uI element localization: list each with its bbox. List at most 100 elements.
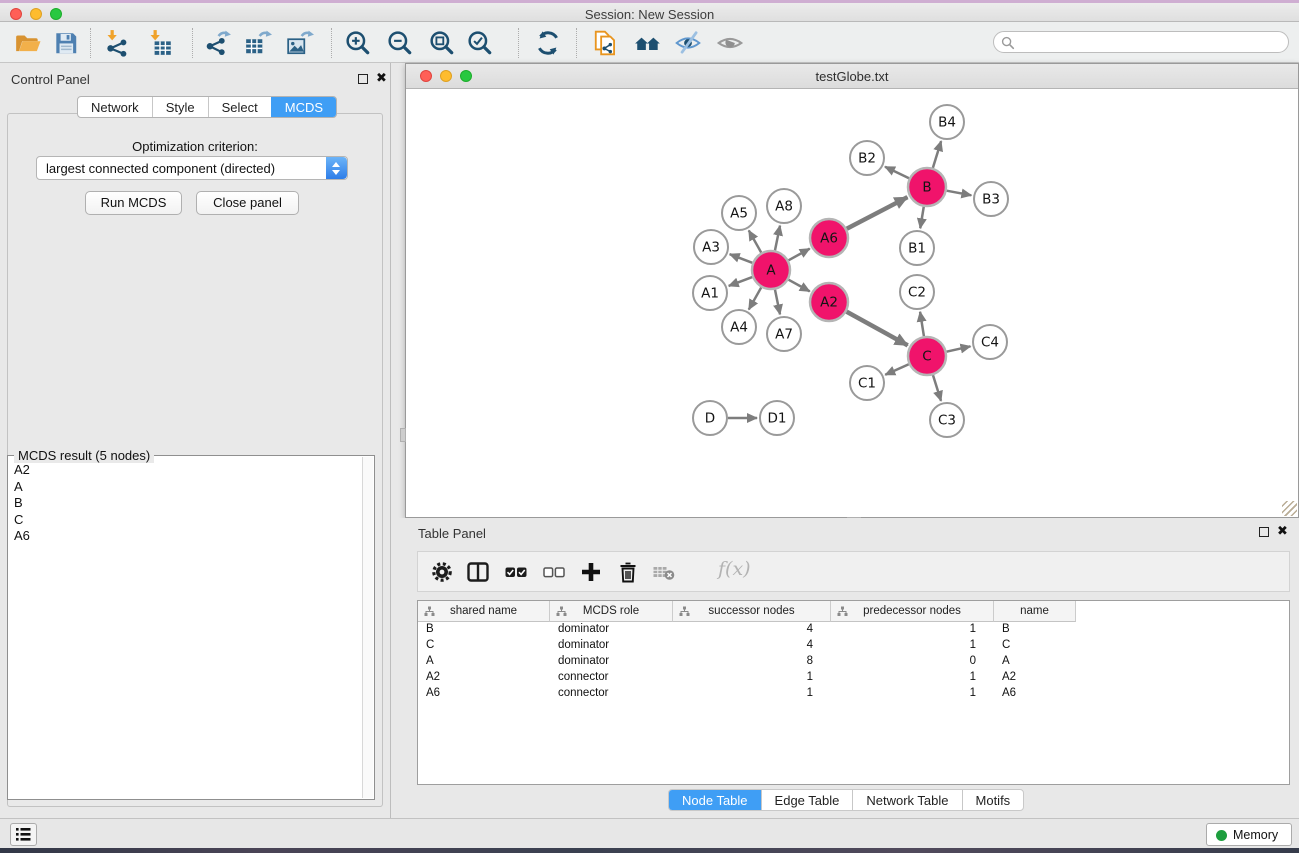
delete-table-icon[interactable] [652,560,676,584]
table-row[interactable]: Cdominator41C [418,638,1289,654]
hide-eye-icon[interactable] [674,29,702,57]
edge-A-A7[interactable] [775,290,780,315]
import-network-icon[interactable] [103,29,131,57]
column-header-predecessor-nodes[interactable]: predecessor nodes [831,601,994,622]
edge-C-C1[interactable] [885,364,909,375]
table-toolbar: f(x) [417,551,1290,592]
home-layouts-icon[interactable] [634,29,662,57]
zoom-selected-icon[interactable] [466,29,494,57]
edge-B-B4[interactable] [933,141,941,168]
resize-grip[interactable] [1282,501,1297,516]
zoom-in-icon[interactable] [344,29,372,57]
tab-network[interactable]: Network [78,97,152,117]
function-builder-icon[interactable]: f(x) [718,558,751,580]
deselect-all-checkboxes-icon[interactable] [542,560,566,584]
search-input[interactable] [1018,33,1278,51]
edge-A-A5[interactable] [749,230,761,252]
save-session-icon[interactable] [52,29,80,57]
refresh-icon[interactable] [534,29,562,57]
run-mcds-button[interactable]: Run MCDS [85,191,182,215]
float-panel-icon[interactable] [358,74,368,84]
tab-edge-table[interactable]: Edge Table [761,790,853,810]
edge-C-C4[interactable] [947,346,971,351]
export-image-icon[interactable] [286,29,314,57]
clone-network-icon[interactable] [592,29,620,57]
node-label-C2: C2 [908,285,926,301]
column-header-shared-name[interactable]: shared name [418,601,550,622]
column-header-MCDS-role[interactable]: MCDS role [550,601,673,622]
dropdown-stepper-icon[interactable] [326,157,347,179]
node-label-A7: A7 [775,327,793,343]
tab-style[interactable]: Style [152,97,208,117]
main-titlebar[interactable]: Session: New Session [0,3,1299,22]
node-table[interactable]: shared nameMCDS rolesuccessor nodesprede… [417,600,1290,785]
column-header-successor-nodes[interactable]: successor nodes [673,601,831,622]
network-canvas[interactable]: AA1A2A3A4A5A6A7A8BB1B2B3B4CC1C2C3C4DD1 [406,89,1298,517]
tab-select[interactable]: Select [208,97,271,117]
table-float-panel-icon[interactable] [1259,527,1269,537]
edge-A2-C[interactable] [847,312,908,346]
zoom-fit-icon[interactable] [428,29,456,57]
table-row[interactable]: Bdominator41B [418,622,1289,638]
node-label-A8: A8 [775,199,793,215]
node-label-A6: A6 [820,231,838,247]
edge-A-A2[interactable] [789,280,810,292]
zoom-out-icon[interactable] [386,29,414,57]
node-label-A5: A5 [730,206,748,222]
node-label-C3: C3 [938,413,956,429]
table-header-row: shared nameMCDS rolesuccessor nodesprede… [418,601,1289,622]
gear-icon[interactable] [430,560,454,584]
add-icon[interactable] [579,560,603,584]
search-box[interactable] [993,31,1289,53]
result-item[interactable]: A6 [14,528,350,545]
node-label-C4: C4 [981,335,999,351]
export-network-icon[interactable] [204,29,232,57]
edge-A-A3[interactable] [730,254,753,263]
trash-icon[interactable] [616,560,640,584]
close-panel-button[interactable]: Close panel [196,191,299,215]
mcds-result-list[interactable]: A2ABCA6 [10,462,350,545]
result-scrollbar[interactable] [362,457,373,798]
table-cell: 1 [970,671,976,683]
memory-label: Memory [1233,828,1278,842]
table-close-panel-icon[interactable]: ✖ [1277,523,1288,539]
memory-button[interactable]: Memory [1206,823,1292,846]
import-table-icon[interactable] [146,29,174,57]
edge-A-A4[interactable] [749,287,761,309]
edge-A6-B[interactable] [847,197,908,229]
table-row[interactable]: A6connector11A6 [418,686,1289,702]
export-table-icon[interactable] [244,29,272,57]
edge-A-A6[interactable] [789,249,810,261]
node-label-C: C [922,349,931,365]
tab-network-table[interactable]: Network Table [852,790,961,810]
result-item[interactable]: A [14,479,350,496]
edge-A-A1[interactable] [729,277,753,286]
table-row[interactable]: Adominator80A [418,654,1289,670]
left-scrollbar-nub[interactable] [400,428,406,442]
toolbar-separator [192,28,193,58]
close-panel-icon[interactable]: ✖ [376,70,387,86]
select-all-checkboxes-icon[interactable] [504,560,528,584]
columns-icon[interactable] [466,560,490,584]
edge-C-C3[interactable] [933,375,941,401]
result-item[interactable]: B [14,495,350,512]
tab-motifs[interactable]: Motifs [962,790,1024,810]
tab-node-table[interactable]: Node Table [669,790,761,810]
table-row[interactable]: A2connector11A2 [418,670,1289,686]
edge-C-C2[interactable] [920,312,924,336]
network-window-titlebar[interactable]: testGlobe.txt [406,64,1298,89]
open-file-icon[interactable] [14,29,42,57]
result-item[interactable]: A2 [14,462,350,479]
edge-A-A8[interactable] [775,226,780,251]
edge-B-B3[interactable] [947,191,972,196]
tab-mcds[interactable]: MCDS [271,97,336,117]
list-icon [11,824,36,845]
edge-B-B1[interactable] [920,207,924,229]
column-header-name[interactable]: name [994,601,1076,622]
result-item[interactable]: C [14,512,350,529]
criterion-dropdown[interactable]: largest connected component (directed) [36,156,348,180]
edge-B-B2[interactable] [885,167,909,179]
network-graph[interactable]: AA1A2A3A4A5A6A7A8BB1B2B3B4CC1C2C3C4DD1 [406,89,1298,517]
show-eye-icon[interactable] [716,29,744,57]
task-history-button[interactable] [10,823,37,846]
